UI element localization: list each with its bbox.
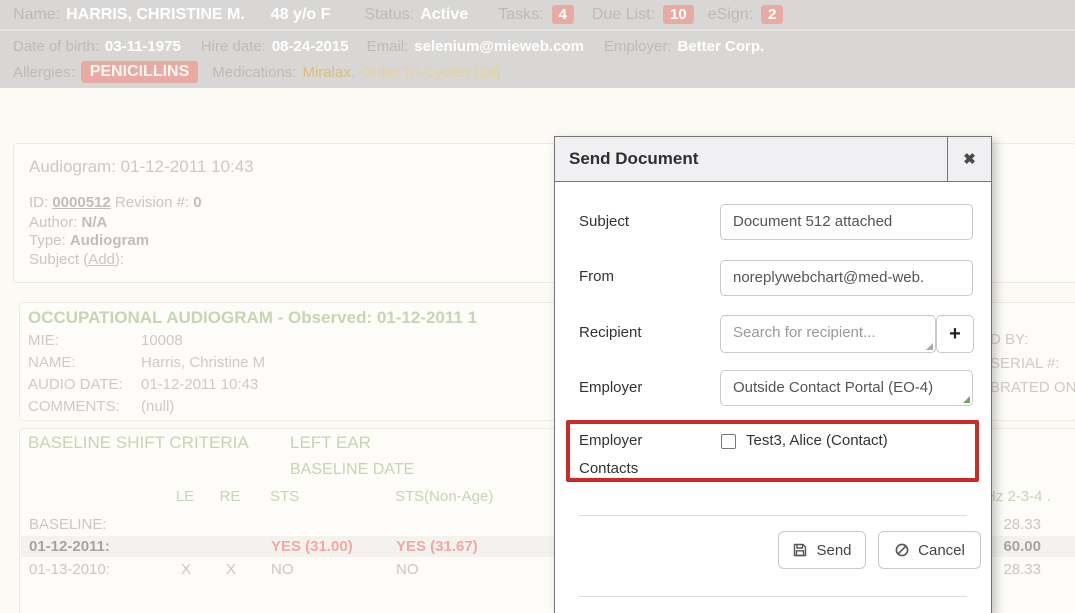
employer-select[interactable]: Outside Contact Portal (EO-4)	[720, 370, 973, 406]
recipient-label: Recipient	[579, 324, 642, 341]
medications-label: Medications:	[212, 64, 296, 81]
col-header-sts: STS	[270, 488, 299, 505]
recipient-search-input[interactable]: Search for recipient...	[720, 315, 936, 353]
email-value: selenium@mieweb.com	[414, 38, 584, 55]
save-icon	[792, 542, 808, 558]
subject-label: Subject	[579, 213, 629, 230]
close-icon: ✖	[963, 150, 976, 168]
employer-value: Better Corp.	[677, 38, 764, 55]
baseline-date-group: BASELINE DATE	[290, 461, 414, 479]
hire-date-label: Hire date:	[201, 38, 266, 55]
patient-header-row2: Date of birth: 03-11-1975 Hire date: 08-…	[0, 33, 1075, 60]
patient-status: Active	[420, 6, 468, 24]
employer-field-label: Employer	[579, 379, 642, 396]
patient-header-bar: Name: HARRIS, CHRISTINE M. 48 y/o F Stat…	[0, 0, 1075, 88]
from-input[interactable]: noreplywebchart@med-web.	[720, 260, 973, 296]
table-row: COMMENTS: (null)	[28, 398, 120, 415]
cancel-button[interactable]: Cancel	[878, 531, 981, 569]
ban-icon	[894, 542, 910, 558]
type-value: Audiogram	[70, 232, 149, 249]
left-ear-title: LEFT EAR	[290, 433, 371, 453]
modal-header: Send Document ✖	[555, 137, 991, 182]
modal-title: Send Document	[555, 137, 947, 181]
document-type-line: Type: Audiogram	[29, 232, 149, 249]
col-header-hz: Hz 2-3-4 .	[985, 488, 1051, 505]
email-label: Email:	[367, 38, 409, 55]
table-row: MIE: 10008	[28, 332, 59, 349]
medication-separator: ,	[351, 64, 355, 81]
contact-option-label: Test3, Alice (Contact)	[746, 432, 888, 449]
footer-divider	[579, 515, 967, 516]
document-header: Audiogram: 01-12-2011 10:43	[29, 157, 254, 177]
send-button[interactable]: Send	[778, 531, 866, 569]
dob-label: Date of birth:	[13, 38, 99, 55]
document-subject-line: Subject (Add):	[29, 251, 124, 268]
patient-age-sex: 48 y/o F	[271, 6, 331, 24]
medication-link-ortho: Ortho Tri-Cyclen (28)	[361, 64, 501, 81]
tasks-count-badge: 4	[552, 5, 574, 24]
audiogram-title: OCCUPATIONAL AUDIOGRAM - Observed: 01-12…	[28, 308, 477, 328]
table-row: NAME: Harris, Christine M	[28, 354, 76, 371]
table-row: AUDIO DATE: 01-12-2011 10:43	[28, 376, 123, 393]
document-author-line: Author: N/A	[29, 214, 107, 231]
recipient-placeholder: Search for recipient...	[733, 324, 876, 341]
status-label: Status:	[364, 6, 414, 24]
subject-input[interactable]: Document 512 attached	[720, 204, 973, 240]
medication-link-miralax: Miralax	[302, 64, 350, 81]
employer-label: Employer:	[604, 38, 672, 55]
name-label: Name:	[13, 6, 60, 24]
resize-grip-icon[interactable]	[963, 396, 970, 403]
patient-header-row1: Name: HARRIS, CHRISTINE M. 48 y/o F Stat…	[0, 0, 1075, 31]
esign-label: eSign:	[708, 6, 753, 24]
employer-contacts-label: Employer Contacts	[579, 427, 642, 483]
esign-count-badge: 2	[761, 5, 783, 24]
document-id-line: ID: 0000512 Revision #: 0	[29, 194, 202, 211]
due-list-label: Due List:	[592, 6, 655, 24]
allergy-badge: PENICILLINS	[81, 61, 199, 83]
allergies-label: Allergies:	[13, 64, 75, 81]
col-header-re: RE	[213, 488, 247, 505]
subject-add-link: Add	[88, 251, 115, 268]
from-label: From	[579, 268, 614, 285]
bottom-divider	[579, 596, 967, 597]
document-id-link: 0000512	[52, 194, 110, 211]
patient-header-row3: Allergies: PENICILLINS Medications: Mira…	[0, 60, 1075, 84]
author-value: N/A	[82, 214, 108, 231]
fragment-calibrated: BRATED ON	[990, 379, 1075, 396]
due-list-count-badge: 10	[663, 5, 694, 24]
hire-date-value: 08-24-2015	[272, 38, 349, 55]
fragment-serial: SERIAL #:	[990, 355, 1059, 372]
tasks-label: Tasks:	[498, 6, 543, 24]
baseline-criteria-title: BASELINE SHIFT CRITERIA	[28, 433, 249, 453]
dob-value: 03-11-1975	[105, 38, 181, 55]
send-document-modal: Send Document ✖ Subject Document 512 att…	[554, 136, 992, 613]
patient-name: HARRIS, CHRISTINE M.	[66, 6, 245, 24]
resize-grip-icon[interactable]	[926, 343, 933, 350]
add-recipient-button[interactable]: +	[936, 315, 974, 353]
contact-checkbox[interactable]	[721, 434, 736, 449]
close-button[interactable]: ✖	[947, 137, 991, 181]
col-header-le: LE	[168, 488, 202, 505]
revision-value: 0	[193, 194, 201, 211]
fragment-tested-by: D BY:	[990, 331, 1028, 348]
col-header-sts-nonage: STS(Non-Age)	[395, 488, 493, 505]
plus-icon: +	[949, 323, 961, 346]
